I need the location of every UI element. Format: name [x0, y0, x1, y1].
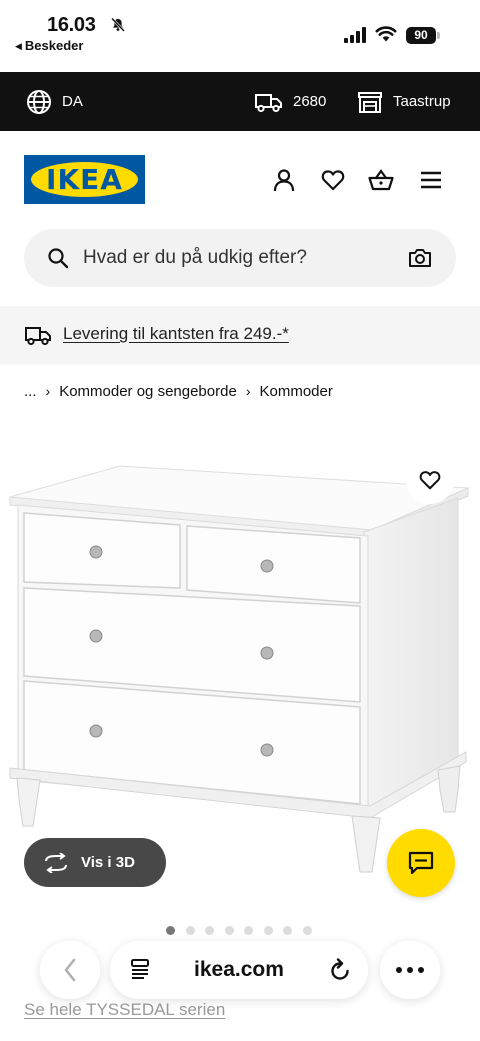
- globe-icon: [27, 89, 51, 114]
- browser-more-button[interactable]: [380, 941, 440, 999]
- view-in-3d-button[interactable]: Vis i 3D: [24, 838, 166, 887]
- top-info-bar: DA 2680 Taastrup: [0, 72, 480, 131]
- chat-icon: [408, 851, 434, 875]
- more-dots-icon: [396, 967, 424, 973]
- add-to-favourites-button[interactable]: [406, 456, 454, 504]
- search-input[interactable]: Hvad er du på udkig efter?: [24, 229, 456, 287]
- battery-indicator: 90: [406, 27, 436, 44]
- cellular-signal-icon: [344, 27, 366, 43]
- chevron-left-icon: [64, 958, 76, 982]
- delivery-info-link[interactable]: Levering til kantsten fra 249.-*: [63, 306, 289, 362]
- language-label: DA: [62, 93, 83, 110]
- carousel-dot[interactable]: [224, 926, 234, 935]
- carousel-dot[interactable]: [302, 926, 312, 935]
- camera-search-icon[interactable]: [408, 247, 432, 269]
- carousel-dot-active[interactable]: [166, 926, 175, 935]
- heart-icon: [419, 471, 441, 490]
- carousel-dot[interactable]: [185, 926, 195, 935]
- logo-text: IKEA: [46, 163, 123, 196]
- postcode-label: 2680: [293, 93, 327, 110]
- delivery-truck-icon: [255, 93, 282, 112]
- store-selector[interactable]: Taastrup: [357, 72, 451, 131]
- menu-icon[interactable]: [418, 167, 444, 193]
- chevron-right-icon: ›: [245, 383, 251, 399]
- battery-cap: [437, 32, 440, 39]
- postcode-selector[interactable]: 2680: [254, 72, 326, 131]
- breadcrumb-item[interactable]: Kommoder: [259, 383, 332, 400]
- delivery-truck-icon: [25, 327, 51, 346]
- breadcrumb-ellipsis[interactable]: ...: [24, 383, 37, 400]
- heart-icon[interactable]: [320, 167, 346, 193]
- bell-slash-icon: [111, 17, 125, 32]
- ios-status-bar: 16.03 ◀ Beskeder 90: [0, 0, 480, 72]
- series-link[interactable]: Se hele TYSSEDAL serien: [24, 1000, 225, 1020]
- site-header: IKEA: [0, 131, 480, 228]
- breadcrumb: ... › Kommoder og sengeborde › Kommoder: [24, 380, 333, 402]
- delivery-banner: Levering til kantsten fra 249.-*: [0, 306, 480, 365]
- carousel-dot[interactable]: [283, 926, 292, 935]
- chevron-right-icon: ›: [45, 383, 51, 399]
- rotate-3d-icon: [45, 852, 67, 873]
- store-icon: [358, 91, 382, 113]
- carousel-dot[interactable]: [205, 926, 214, 935]
- status-time: 16.03: [47, 14, 96, 36]
- reload-icon[interactable]: [328, 957, 352, 983]
- back-app-label: Beskeder: [24, 38, 84, 53]
- breadcrumb-item[interactable]: Kommoder og sengeborde: [59, 383, 237, 400]
- basket-icon[interactable]: [368, 167, 394, 193]
- search-placeholder: Hvad er du på udkig efter?: [83, 247, 307, 268]
- view-in-3d-label: Vis i 3D: [81, 854, 135, 871]
- back-to-app-link[interactable]: ◀ Beskeder: [15, 38, 83, 53]
- carousel-dot[interactable]: [263, 926, 273, 935]
- chat-button[interactable]: [387, 829, 455, 897]
- language-selector[interactable]: DA: [26, 72, 83, 131]
- wifi-icon: [375, 26, 397, 42]
- image-carousel-dots: [166, 926, 322, 935]
- user-icon[interactable]: [271, 167, 297, 193]
- browser-back-button[interactable]: [40, 941, 100, 999]
- search-icon: [48, 248, 69, 269]
- ikea-logo[interactable]: IKEA: [24, 155, 145, 204]
- browser-address-bar[interactable]: ikea.com: [110, 941, 368, 999]
- store-label: Taastrup: [393, 93, 451, 110]
- carousel-dot[interactable]: [244, 926, 253, 935]
